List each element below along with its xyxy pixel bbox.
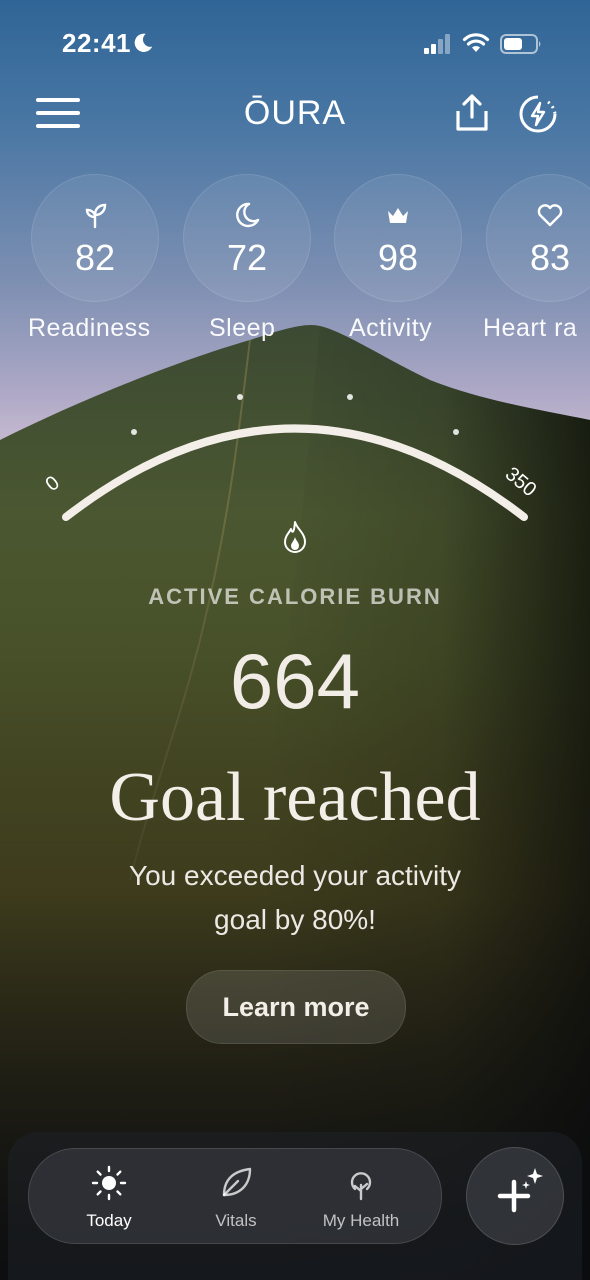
sun-icon xyxy=(91,1165,127,1201)
share-icon[interactable] xyxy=(452,93,492,133)
gauge-tick xyxy=(131,429,137,435)
wifi-icon xyxy=(462,33,490,52)
clock: 22:41 xyxy=(62,28,131,58)
metric-title: ACTIVE CALORIE BURN xyxy=(148,584,442,609)
sleep-score[interactable]: 72 xyxy=(183,174,311,302)
sleep-label: Sleep xyxy=(209,314,276,342)
goal-description-line1: You exceeded your activity xyxy=(128,860,462,891)
moon-icon xyxy=(236,202,260,228)
status-bar: 22:41 xyxy=(0,0,590,90)
flame-icon xyxy=(284,521,306,553)
gauge-min-label: 0 xyxy=(42,472,64,496)
activity-label: Activity xyxy=(349,314,433,342)
sleep-value: 72 xyxy=(226,237,268,278)
tab-vitals[interactable]: Vitals xyxy=(171,1149,301,1243)
gauge-progress xyxy=(62,424,528,521)
tab-today-label: Today xyxy=(86,1211,132,1230)
leaf-icon xyxy=(222,1167,252,1197)
tab-my-health[interactable]: My Health xyxy=(296,1149,426,1243)
oura-logo: ŌURA xyxy=(243,94,347,132)
gauge-tick xyxy=(237,394,243,400)
goal-description-line2: goal by 80%! xyxy=(214,904,376,935)
heart-icon xyxy=(537,204,563,227)
focus-moon-icon xyxy=(134,33,153,52)
lightning-icon[interactable] xyxy=(518,94,558,134)
crown-icon xyxy=(388,208,408,223)
activity-value: 98 xyxy=(377,237,419,278)
sprout-icon xyxy=(85,203,107,229)
tree-icon xyxy=(350,1172,372,1201)
tab-vitals-label: Vitals xyxy=(215,1211,257,1230)
learn-more-button[interactable]: Learn more xyxy=(186,970,406,1044)
plus-sparkle-icon xyxy=(497,1168,543,1213)
heart-rate-value: 83 xyxy=(529,237,571,278)
tab-bar: Today Vitals My Health xyxy=(28,1148,442,1244)
cellular-signal-icon xyxy=(424,34,450,54)
gauge-max-label: 350 xyxy=(501,463,541,501)
tab-my-health-label: My Health xyxy=(322,1211,400,1230)
gauge-tick xyxy=(347,394,353,400)
calorie-value: 664 xyxy=(229,637,361,725)
activity-score[interactable]: 98 xyxy=(334,174,462,302)
gauge-tick xyxy=(453,429,459,435)
battery-icon xyxy=(500,34,541,54)
readiness-score[interactable]: 82 xyxy=(31,174,159,302)
goal-description: You exceeded your activity goal by 80%! xyxy=(0,854,590,942)
readiness-value: 82 xyxy=(74,237,116,278)
goal-headline: Goal reached xyxy=(109,759,481,836)
readiness-label: Readiness xyxy=(28,314,151,342)
add-button[interactable] xyxy=(466,1147,564,1245)
heart-rate-label: Heart ra xyxy=(483,314,578,342)
tab-today[interactable]: Today xyxy=(44,1149,174,1243)
